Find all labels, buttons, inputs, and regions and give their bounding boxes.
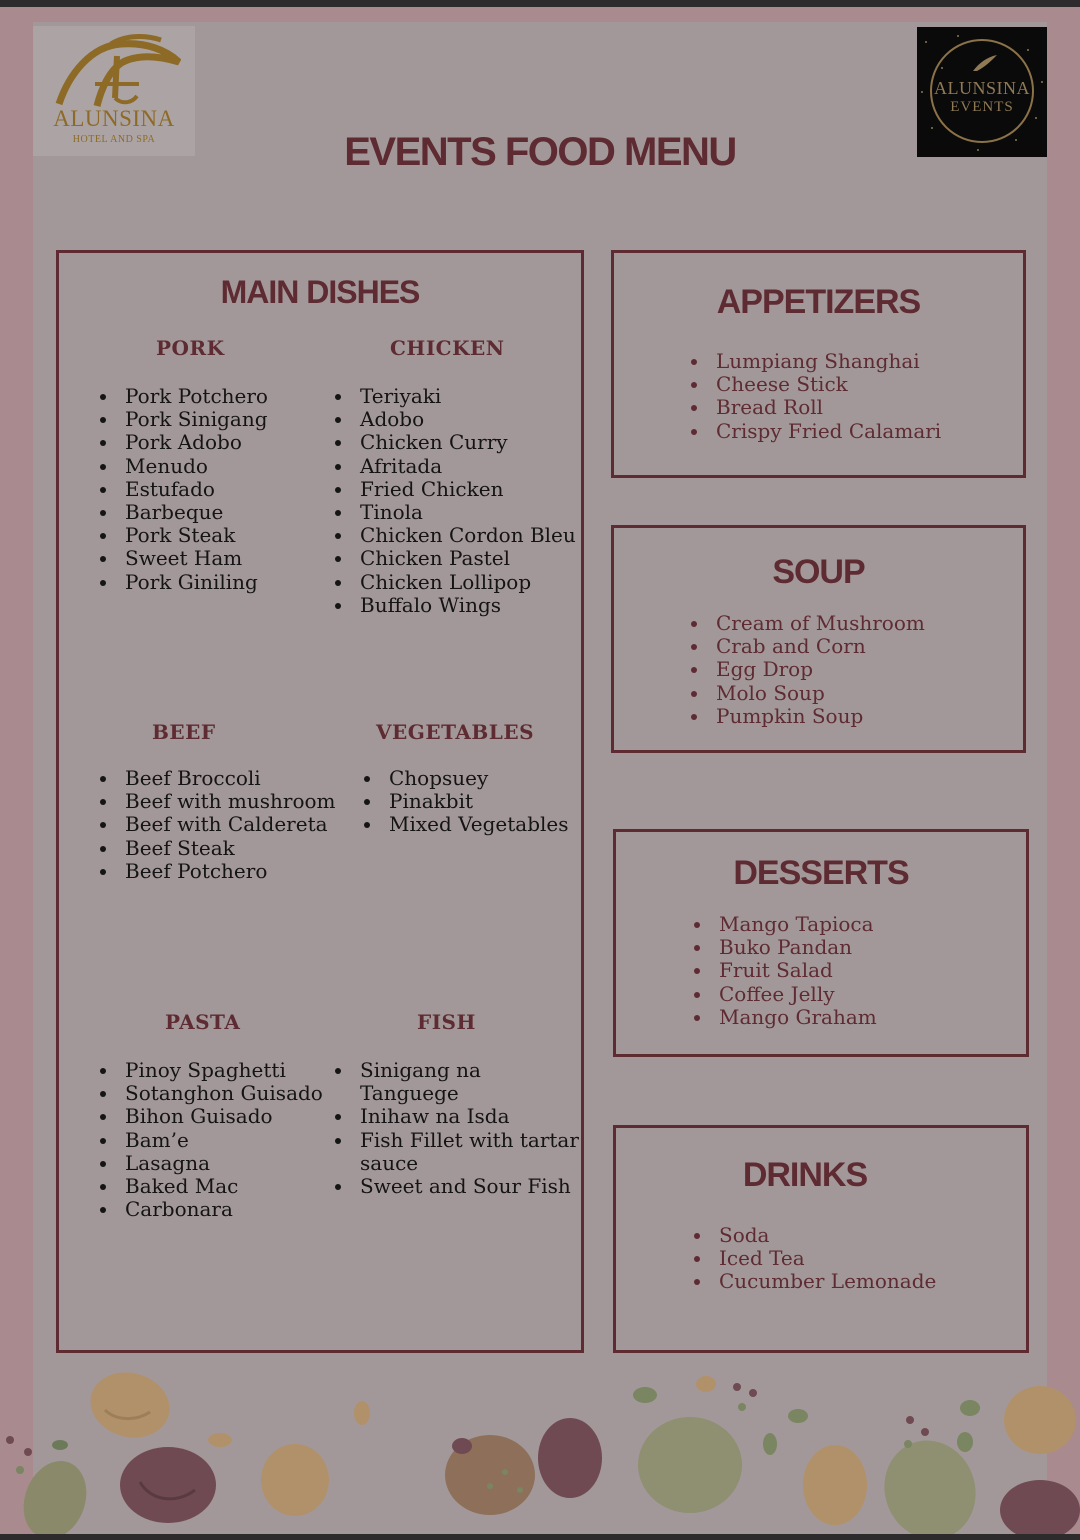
menu-item: Sweet Ham — [97, 547, 268, 570]
menu-item: Iced Tea — [691, 1247, 936, 1270]
chicken-heading: CHICKEN — [390, 336, 505, 360]
events-logo-subtitle: EVENTS — [950, 99, 1014, 115]
menu-item: Sweet and Sour Fish — [332, 1174, 582, 1198]
menu-item: Beef with mushroom — [97, 790, 347, 813]
pork-heading: PORK — [156, 336, 225, 360]
menu-item: Mango Graham — [691, 1005, 877, 1029]
main-dishes-title: MAIN DISHES — [220, 274, 421, 310]
bottom-border — [0, 1534, 1080, 1540]
drinks-title: DRINKS — [742, 1156, 868, 1194]
menu-item: Molo Soup — [688, 681, 925, 705]
menu-item: Chicken Pastel — [332, 547, 576, 570]
desserts-section: DESSERTS Mango Tapioca Buko Pandan Fruit S… — [613, 829, 1029, 1057]
menu-item: Bihon Guisado — [97, 1105, 323, 1128]
menu-item: Pinoy Spaghetti — [97, 1058, 323, 1082]
menu-item: Cheese Stick — [688, 373, 941, 396]
vegetables-list: Chopsuey Pinakbit Mixed Vegetables — [361, 766, 569, 837]
menu-item: Barbeque — [97, 500, 268, 524]
menu-item: Coffee Jelly — [691, 982, 877, 1006]
menu-item: Chopsuey — [361, 766, 569, 790]
drinks-section: DRINKS Soda Iced Tea Cucumber Lemonade — [613, 1125, 1029, 1353]
menu-item: Inihaw na Isda — [332, 1105, 582, 1128]
decorative-beans-illustration — [6, 1372, 1080, 1535]
menu-item: Crab and Corn — [688, 635, 925, 658]
soup-list: Cream of Mushroom Crab and Corn Egg Drop Mo… — [688, 611, 925, 728]
beans-group — [6, 1372, 1080, 1535]
desserts-title: DESSERTS — [733, 854, 909, 892]
menu-item: Adobo — [332, 408, 576, 431]
fish-list: Sinigang na Tanguege Inihaw na Isda Fish F… — [332, 1058, 579, 1198]
feather-icon — [973, 55, 997, 71]
menu-item: Chicken Cordon Bleu — [332, 524, 576, 547]
menu-item: Cream of Mushroom — [688, 611, 925, 635]
beef-heading: BEEF — [152, 720, 216, 744]
menu-item: Buffalo Wings — [332, 593, 576, 617]
menu-item: Lasagna — [97, 1151, 323, 1175]
menu-item: Chicken Curry — [332, 431, 576, 454]
menu-item: Crispy Fried Calamari — [688, 419, 941, 443]
menu-item: Menudo — [97, 454, 268, 478]
menu-item: Buko Pandan — [691, 936, 877, 959]
menu-item: Pork Potchero — [97, 384, 268, 408]
appetizers-section: APPETIZERS Lumpiang Shanghai Cheese Stick… — [611, 250, 1026, 478]
menu-item: Pork Sinigang — [97, 408, 268, 431]
menu-item: Pork Adobo — [97, 431, 268, 454]
menu-item: Baked Mac — [97, 1174, 323, 1198]
menu-item: Carbonara — [97, 1198, 323, 1221]
alunsina-a-emblem-icon — [55, 34, 181, 107]
menu-item: Sotanghon Guisado — [97, 1082, 323, 1105]
menu-item: Soda — [691, 1223, 936, 1247]
menu-item: Beef with Caldereta — [97, 813, 347, 836]
appetizers-list: Lumpiang Shanghai Cheese Stick Bread Roll C… — [688, 349, 941, 443]
menu-item: Fruit Salad — [691, 959, 877, 982]
pork-list: Pork Potchero Pork Sinigang Pork Adobo Menu… — [97, 384, 268, 594]
menu-item: Pinakbit — [361, 790, 569, 813]
menu-item: Bam’e — [97, 1128, 323, 1152]
soup-title: SOUP — [772, 553, 865, 591]
vegetables-heading: VEGETABLES — [376, 720, 535, 744]
menu-item: Mixed Vegetables — [361, 813, 569, 836]
menu-item: Fried Chicken — [332, 477, 576, 501]
menu-item: Estufado — [97, 477, 268, 501]
menu-item: Pork Steak — [97, 524, 268, 547]
events-logo-name: ALUNSINA — [934, 78, 1030, 98]
fish-heading: FISH — [417, 1010, 476, 1034]
menu-item: Mango Tapioca — [691, 912, 877, 936]
menu-item: Afritada — [332, 454, 576, 478]
appetizers-title: APPETIZERS — [716, 283, 921, 321]
beef-list: Beef Broccoli Beef with mushroom Beef with… — [97, 766, 347, 883]
menu-item: Fish Fillet with tartar sauce — [332, 1128, 582, 1175]
desserts-list: Mango Tapioca Buko Pandan Fruit Salad Coffe… — [691, 912, 877, 1029]
menu-item: Beef Potchero — [97, 859, 347, 883]
menu-item: Lumpiang Shanghai — [688, 349, 941, 373]
menu-item: Chicken Lollipop — [332, 570, 576, 594]
soup-section: SOUP Cream of Mushroom Crab and Corn Egg D… — [611, 525, 1026, 753]
menu-item: Beef Steak — [97, 836, 347, 860]
pasta-list: Pinoy Spaghetti Sotanghon Guisado Bihon Gu… — [97, 1058, 323, 1221]
drinks-list: Soda Iced Tea Cucumber Lemonade — [691, 1223, 936, 1294]
menu-item: Bread Roll — [688, 396, 941, 419]
chicken-list: Teriyaki Adobo Chicken Curry Afritada Fried … — [332, 384, 576, 617]
menu-item: Cucumber Lemonade — [691, 1270, 936, 1293]
main-dishes-section: MAIN DISHES PORK Pork Potchero Pork Sinig… — [56, 250, 584, 1353]
hotel-name: ALUNSINA — [53, 106, 175, 131]
menu-item: Sinigang na Tanguege — [332, 1058, 582, 1105]
menu-item: Tinola — [332, 500, 576, 524]
menu-item: Teriyaki — [332, 384, 576, 408]
menu-item: Beef Broccoli — [97, 766, 347, 790]
menu-item: Pumpkin Soup — [688, 704, 925, 728]
menu-item: Egg Drop — [688, 658, 925, 681]
menu-item: Pork Giniling — [97, 570, 268, 594]
top-border — [0, 0, 1080, 7]
pasta-heading: PASTA — [165, 1010, 241, 1034]
page-title: EVENTS FOOD MENU — [344, 130, 737, 174]
